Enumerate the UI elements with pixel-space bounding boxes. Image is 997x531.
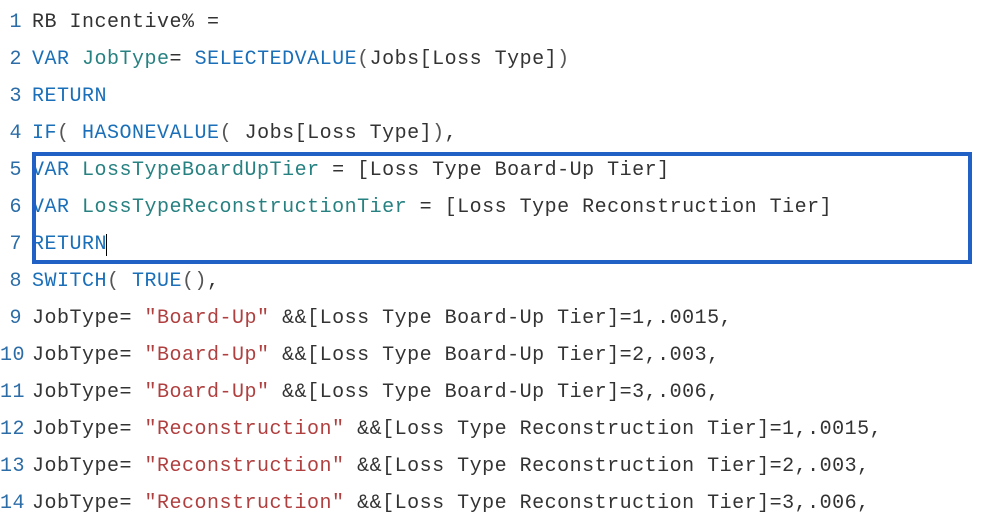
code-editor[interactable]: 1RB Incentive% =2VAR JobType= SELECTEDVA…: [0, 4, 997, 522]
line-number: 9: [0, 300, 32, 337]
token-keyword: VAR: [32, 196, 70, 219]
code-line[interactable]: 8SWITCH( TRUE(),: [0, 263, 997, 300]
token-keyword: RETURN: [32, 233, 107, 256]
token-paren: (: [357, 48, 370, 71]
code-line[interactable]: 12JobType= "Reconstruction" &&[Loss Type…: [0, 411, 997, 448]
token-paren: ): [557, 48, 570, 71]
token-string: "Board-Up": [145, 381, 270, 404]
token-default: JobType=: [32, 381, 145, 404]
line-number: 6: [0, 189, 32, 226]
line-number: 12: [0, 411, 32, 448]
line-number: 14: [0, 485, 32, 522]
line-number: 3: [0, 78, 32, 115]
token-default: JobType=: [32, 307, 145, 330]
code-line[interactable]: 5VAR LossTypeBoardUpTier = [Loss Type Bo…: [0, 152, 997, 189]
line-number: 10: [0, 337, 32, 374]
text-cursor: [106, 234, 107, 256]
token-identifier: JobType: [82, 48, 170, 71]
line-number: 7: [0, 226, 32, 263]
token-default: = [Loss Type Reconstruction Tier]: [407, 196, 832, 219]
code-content[interactable]: JobType= "Reconstruction" &&[Loss Type R…: [32, 485, 997, 522]
token-default: JobType=: [32, 418, 145, 441]
token-default: JobType=: [32, 344, 145, 367]
code-content[interactable]: JobType= "Board-Up" &&[Loss Type Board-U…: [32, 300, 997, 337]
code-line[interactable]: 9JobType= "Board-Up" &&[Loss Type Board-…: [0, 300, 997, 337]
token-string: "Board-Up": [145, 344, 270, 367]
line-number: 8: [0, 263, 32, 300]
token-default: Jobs[Loss Type]: [370, 48, 558, 71]
line-number: 13: [0, 448, 32, 485]
code-line[interactable]: 4IF( HASONEVALUE( Jobs[Loss Type]),: [0, 115, 997, 152]
code-content[interactable]: RETURN: [32, 226, 997, 263]
token-function: SWITCH: [32, 270, 107, 293]
token-paren: (: [57, 122, 82, 145]
line-number: 4: [0, 115, 32, 152]
token-function: TRUE: [132, 270, 182, 293]
token-string: "Reconstruction": [145, 418, 345, 441]
token-default: Jobs[Loss Type]: [245, 122, 433, 145]
line-number: 1: [0, 4, 32, 41]
code-content[interactable]: VAR LossTypeBoardUpTier = [Loss Type Boa…: [32, 152, 997, 189]
token-default: &&[Loss Type Reconstruction Tier]=1,.001…: [345, 418, 883, 441]
token-function: HASONEVALUE: [82, 122, 220, 145]
token-default: JobType=: [32, 455, 145, 478]
token-default: &&[Loss Type Reconstruction Tier]=2,.003…: [345, 455, 870, 478]
code-line[interactable]: 10JobType= "Board-Up" &&[Loss Type Board…: [0, 337, 997, 374]
code-line[interactable]: 14JobType= "Reconstruction" &&[Loss Type…: [0, 485, 997, 522]
code-content[interactable]: VAR LossTypeReconstructionTier = [Loss T…: [32, 189, 997, 226]
code-line[interactable]: 1RB Incentive% =: [0, 4, 997, 41]
token-paren: ): [432, 122, 445, 145]
code-content[interactable]: JobType= "Reconstruction" &&[Loss Type R…: [32, 411, 997, 448]
token-string: "Board-Up": [145, 307, 270, 330]
token-keyword: VAR: [32, 159, 70, 182]
token-identifier: LossTypeBoardUpTier: [82, 159, 320, 182]
code-line[interactable]: 6VAR LossTypeReconstructionTier = [Loss …: [0, 189, 997, 226]
token-default: JobType=: [32, 492, 145, 515]
token-default: = [Loss Type Board-Up Tier]: [320, 159, 670, 182]
code-content[interactable]: SWITCH( TRUE(),: [32, 263, 997, 300]
token-keyword: VAR: [32, 48, 70, 71]
token-identifier: LossTypeReconstructionTier: [82, 196, 407, 219]
code-line[interactable]: 3RETURN: [0, 78, 997, 115]
line-number: 2: [0, 41, 32, 78]
token-default: [70, 48, 83, 71]
token-default: &&[Loss Type Board-Up Tier]=2,.003,: [270, 344, 720, 367]
token-default: &&[Loss Type Board-Up Tier]=1,.0015,: [270, 307, 733, 330]
code-content[interactable]: RB Incentive% =: [32, 4, 997, 41]
code-content[interactable]: JobType= "Reconstruction" &&[Loss Type R…: [32, 448, 997, 485]
token-paren: (): [182, 270, 207, 293]
token-string: "Reconstruction": [145, 492, 345, 515]
token-default: ,: [445, 122, 458, 145]
token-paren: (: [107, 270, 132, 293]
token-function: IF: [32, 122, 57, 145]
token-function: SELECTEDVALUE: [195, 48, 358, 71]
token-default: &&[Loss Type Board-Up Tier]=3,.006,: [270, 381, 720, 404]
code-content[interactable]: RETURN: [32, 78, 997, 115]
code-content[interactable]: VAR JobType= SELECTEDVALUE(Jobs[Loss Typ…: [32, 41, 997, 78]
token-paren: (: [220, 122, 245, 145]
code-line[interactable]: 13JobType= "Reconstruction" &&[Loss Type…: [0, 448, 997, 485]
line-number: 5: [0, 152, 32, 189]
token-string: "Reconstruction": [145, 455, 345, 478]
code-line[interactable]: 7RETURN: [0, 226, 997, 263]
token-default: =: [170, 48, 195, 71]
code-content[interactable]: IF( HASONEVALUE( Jobs[Loss Type]),: [32, 115, 997, 152]
token-default: [70, 196, 83, 219]
token-default: [70, 159, 83, 182]
token-default: ,: [207, 270, 220, 293]
code-content[interactable]: JobType= "Board-Up" &&[Loss Type Board-U…: [32, 374, 997, 411]
token-default: &&[Loss Type Reconstruction Tier]=3,.006…: [345, 492, 870, 515]
token-default: RB Incentive% =: [32, 11, 220, 34]
token-keyword: RETURN: [32, 85, 107, 108]
code-line[interactable]: 11JobType= "Board-Up" &&[Loss Type Board…: [0, 374, 997, 411]
code-line[interactable]: 2VAR JobType= SELECTEDVALUE(Jobs[Loss Ty…: [0, 41, 997, 78]
line-number: 11: [0, 374, 32, 411]
code-content[interactable]: JobType= "Board-Up" &&[Loss Type Board-U…: [32, 337, 997, 374]
